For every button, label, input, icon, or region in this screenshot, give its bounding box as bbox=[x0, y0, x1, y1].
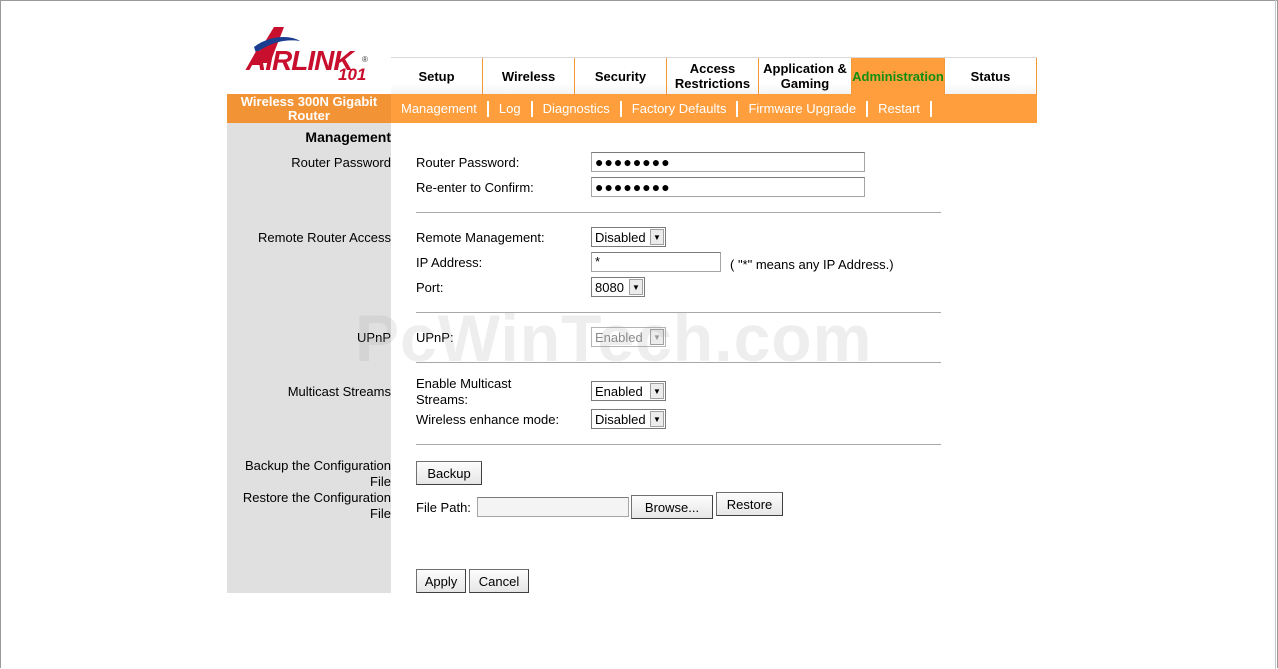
browse-button[interactable]: Browse... bbox=[631, 495, 713, 519]
tab-application-gaming[interactable]: Application & Gaming bbox=[759, 58, 852, 94]
ip-address-hint: ( "*" means any IP Address.) bbox=[730, 257, 894, 272]
confirm-password-label: Re-enter to Confirm: bbox=[416, 180, 534, 195]
apply-button[interactable]: Apply bbox=[416, 569, 466, 593]
remote-management-select[interactable]: Disabled ▼ bbox=[591, 227, 666, 247]
subnav-log[interactable]: Log bbox=[489, 101, 531, 116]
divider bbox=[416, 212, 941, 213]
subnav-management[interactable]: Management bbox=[391, 101, 487, 116]
port-value: 8080 bbox=[595, 279, 624, 295]
chevron-down-icon: ▼ bbox=[650, 229, 664, 245]
tab-security[interactable]: Security bbox=[575, 58, 667, 94]
subnav-diagnostics[interactable]: Diagnostics bbox=[533, 101, 620, 116]
scrollbar-edge bbox=[1275, 0, 1276, 669]
tab-status[interactable]: Status bbox=[945, 58, 1037, 94]
cancel-button[interactable]: Cancel bbox=[469, 569, 529, 593]
multicast-select[interactable]: Enabled ▼ bbox=[591, 381, 666, 401]
logo-text: AIRLINK bbox=[246, 45, 354, 76]
section-restore: Restore the Configuration File bbox=[242, 490, 391, 521]
registered-mark: ® bbox=[362, 55, 368, 64]
port-label: Port: bbox=[416, 280, 444, 295]
file-path-input[interactable] bbox=[477, 497, 629, 517]
restore-button[interactable]: Restore bbox=[716, 492, 783, 516]
port-select[interactable]: 8080 ▼ bbox=[591, 277, 645, 297]
chevron-down-icon: ▼ bbox=[629, 279, 643, 295]
router-password-label: Router Password: bbox=[416, 155, 520, 170]
wireless-enhance-value: Disabled bbox=[595, 411, 646, 427]
product-name: Wireless 300N Gigabit Router bbox=[227, 94, 391, 123]
router-password-input[interactable]: ●●●●●●●● bbox=[591, 152, 865, 172]
tab-wireless[interactable]: Wireless bbox=[483, 58, 575, 94]
tab-access-restrictions[interactable]: Access Restrictions bbox=[667, 58, 759, 94]
section-router-password: Router Password bbox=[291, 155, 391, 170]
multicast-value: Enabled bbox=[595, 383, 643, 399]
divider bbox=[416, 444, 941, 445]
chevron-down-icon: ▼ bbox=[650, 383, 664, 399]
subnav-firmware-upgrade[interactable]: Firmware Upgrade bbox=[738, 101, 866, 116]
watermark: PcWinTech.com bbox=[355, 301, 873, 375]
wireless-enhance-label: Wireless enhance mode: bbox=[416, 412, 560, 427]
section-title: Management bbox=[305, 129, 391, 145]
airlink-logo: AIRLINK ® 101 bbox=[246, 25, 386, 87]
section-remote-access: Remote Router Access bbox=[258, 230, 391, 245]
top-nav: Setup Wireless Security Access Restricti… bbox=[391, 57, 1037, 94]
sub-nav: Management Log Diagnostics Factory Defau… bbox=[391, 94, 933, 123]
ip-address-input[interactable]: * bbox=[591, 252, 721, 272]
ip-address-label: IP Address: bbox=[416, 255, 483, 270]
tab-administration[interactable]: Administration bbox=[852, 58, 945, 94]
section-multicast: Multicast Streams bbox=[287, 384, 391, 399]
chevron-down-icon: ▼ bbox=[650, 411, 664, 427]
remote-management-label: Remote Management: bbox=[416, 230, 545, 245]
subnav-separator bbox=[930, 100, 933, 117]
tab-setup[interactable]: Setup bbox=[391, 58, 483, 94]
backup-button[interactable]: Backup bbox=[416, 461, 482, 485]
logo-101: 101 bbox=[338, 65, 367, 84]
section-backup: Backup the Configuration File bbox=[245, 458, 391, 489]
wireless-enhance-select[interactable]: Disabled ▼ bbox=[591, 409, 666, 429]
file-path-label: File Path: bbox=[416, 500, 471, 515]
product-name-text: Wireless 300N Gigabit Router bbox=[240, 93, 378, 123]
multicast-label: Enable Multicast Streams: bbox=[416, 376, 512, 407]
subnav-factory-defaults[interactable]: Factory Defaults bbox=[622, 101, 737, 116]
confirm-password-input[interactable]: ●●●●●●●● bbox=[591, 177, 865, 197]
subnav-restart[interactable]: Restart bbox=[868, 101, 930, 116]
remote-management-value: Disabled bbox=[595, 229, 646, 245]
